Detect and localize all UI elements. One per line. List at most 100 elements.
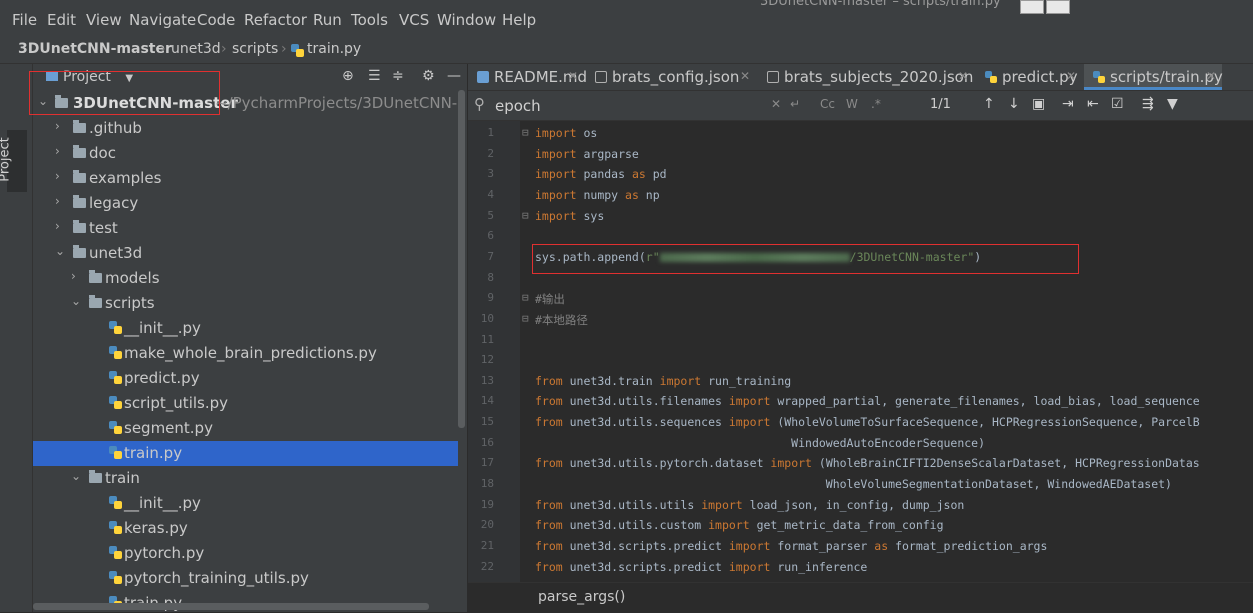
menu-refactor[interactable]: Refactor <box>244 11 307 29</box>
code-line: from unet3d.utils.custom import get_metr… <box>535 518 944 533</box>
tree-file-row[interactable]: predict.py <box>33 366 458 391</box>
gear-icon[interactable]: ⚙ <box>422 68 435 84</box>
tree-folder-row[interactable]: ⌄ train <box>33 466 458 491</box>
restore-window-button[interactable] <box>1020 0 1044 14</box>
select-all-occurrences-icon[interactable]: ▣ <box>1032 96 1045 112</box>
editor-tab[interactable]: brats_config.json ✕ <box>586 64 756 90</box>
clear-search-icon[interactable]: ✕ <box>771 97 781 111</box>
tree-folder-row[interactable]: ⌄ scripts <box>33 291 458 316</box>
chevron-right-icon[interactable]: › <box>55 119 60 133</box>
match-case-icon[interactable]: Cc <box>820 97 835 111</box>
tree-folder-row[interactable]: › .github <box>33 116 458 141</box>
open-in-window-icon[interactable]: ⇶ <box>1142 96 1154 112</box>
tree-file-row[interactable]: __init__.py <box>33 491 458 516</box>
tree-file-row[interactable]: train.py <box>33 441 458 466</box>
previous-occurrence-icon[interactable]: ↑ <box>983 96 995 112</box>
python-file-icon <box>109 421 122 434</box>
editor-tab[interactable]: brats_subjects_2020.json ✕ <box>758 64 974 90</box>
line-number: 7 <box>487 249 494 263</box>
editor-tab[interactable]: predict.py ✕ <box>976 64 1082 90</box>
menu-edit[interactable]: Edit <box>47 11 76 29</box>
menu-navigate[interactable]: Navigate <box>129 11 196 29</box>
menu-code[interactable]: Code <box>197 11 235 29</box>
chevron-down-icon[interactable]: ⌄ <box>71 469 81 483</box>
project-vertical-scrollbar[interactable] <box>458 90 465 428</box>
close-tab-icon[interactable]: ✕ <box>740 69 750 83</box>
close-tab-icon[interactable]: ✕ <box>568 69 578 83</box>
tree-folder-row[interactable]: ⌄ unet3d <box>33 241 458 266</box>
menu-tools[interactable]: Tools <box>351 11 388 29</box>
tree-folder-row[interactable]: › test <box>33 216 458 241</box>
menu-vcs[interactable]: VCS <box>399 11 429 29</box>
chevron-down-icon[interactable]: ⌄ <box>71 294 81 308</box>
chevron-right-icon[interactable]: › <box>55 194 60 208</box>
add-selection-icon[interactable]: ⇥ <box>1062 96 1074 112</box>
project-tree: ⌄ 3DUnetCNN-master ~/PycharmProjects/3DU… <box>33 91 458 612</box>
folder-icon <box>73 245 86 258</box>
filter-icon[interactable]: ▼ <box>1167 96 1178 112</box>
search-icon[interactable]: ⚲ <box>474 95 485 113</box>
breadcrumb-project[interactable]: 3DUnetCNN-master <box>18 41 172 57</box>
tree-file-row[interactable]: __init__.py <box>33 316 458 341</box>
code-line: import sys <box>535 208 605 223</box>
highlight-box <box>532 244 1079 274</box>
close-tab-icon[interactable]: ✕ <box>1206 69 1216 83</box>
menu-window[interactable]: Window <box>437 11 496 29</box>
tree-item-label: unet3d <box>89 244 143 262</box>
tree-file-row[interactable]: keras.py <box>33 516 458 541</box>
remove-selection-icon[interactable]: ⇤ <box>1087 96 1099 112</box>
hide-panel-icon[interactable]: — <box>447 68 461 84</box>
current-function[interactable]: parse_args() <box>538 589 625 605</box>
project-tool-tab[interactable]: Project <box>0 130 27 192</box>
menu-file[interactable]: File <box>12 11 37 29</box>
code-line: from unet3d.scripts.predict import run_i… <box>535 559 868 574</box>
tree-folder-row[interactable]: › doc <box>33 141 458 166</box>
tree-folder-row[interactable]: › models <box>33 266 458 291</box>
menu-run[interactable]: Run <box>313 11 342 29</box>
tree-file-row[interactable]: make_whole_brain_predictions.py <box>33 341 458 366</box>
tree-file-row[interactable]: pytorch.py <box>33 541 458 566</box>
editor-tab[interactable]: README.md ✕ <box>468 64 587 90</box>
select-all-icon[interactable]: ☑ <box>1111 96 1124 112</box>
line-number: 8 <box>487 270 494 284</box>
code-editor[interactable]: import os import argparse import pandas as… <box>535 121 1253 582</box>
chevron-right-icon[interactable]: › <box>55 219 60 233</box>
tree-file-row[interactable]: pytorch_training_utils.py <box>33 566 458 591</box>
code-line: import pandas as pd <box>535 167 667 182</box>
editor-tab[interactable]: scripts/train.py ✕ <box>1084 64 1223 90</box>
whole-words-icon[interactable]: W <box>846 97 858 111</box>
code-line: from unet3d.utils.filenames import wrapp… <box>535 394 1200 409</box>
fold-marker-icon[interactable]: ⊟ <box>522 312 529 325</box>
tree-file-row[interactable]: script_utils.py <box>33 391 458 416</box>
collapse-all-icon[interactable]: ≑ <box>392 68 404 84</box>
close-window-button[interactable] <box>1046 0 1070 14</box>
fold-marker-icon[interactable]: ⊟ <box>522 291 529 304</box>
tree-file-row[interactable]: segment.py <box>33 416 458 441</box>
find-input[interactable] <box>495 95 785 116</box>
fold-marker-icon[interactable]: ⊟ <box>522 126 529 139</box>
chevron-right-icon[interactable]: › <box>55 144 60 158</box>
expand-all-icon[interactable]: ☰ <box>368 68 381 84</box>
chevron-right-icon[interactable]: › <box>71 269 76 283</box>
breadcrumb-scripts[interactable]: scripts <box>232 41 278 57</box>
close-tab-icon[interactable]: ✕ <box>958 69 968 83</box>
tree-folder-row[interactable]: › examples <box>33 166 458 191</box>
chevron-down-icon[interactable]: ⌄ <box>55 244 65 258</box>
next-occurrence-icon[interactable]: ↓ <box>1008 96 1020 112</box>
close-tab-icon[interactable]: ✕ <box>1066 69 1076 83</box>
menu-view[interactable]: View <box>86 11 122 29</box>
regex-icon[interactable]: .* <box>871 97 881 111</box>
line-number: 4 <box>487 187 494 201</box>
code-line: import numpy as np <box>535 187 660 202</box>
project-horizontal-scrollbar[interactable] <box>33 603 429 610</box>
chevron-right-icon[interactable]: › <box>55 169 60 183</box>
tree-folder-row[interactable]: › legacy <box>33 191 458 216</box>
tree-item-label: scripts <box>105 294 155 312</box>
breadcrumb-file[interactable]: train.py <box>307 41 361 57</box>
breadcrumb-unet3d[interactable]: unet3d <box>171 41 221 57</box>
menu-help[interactable]: Help <box>502 11 536 29</box>
locate-icon[interactable]: ⊕ <box>342 68 354 84</box>
fold-marker-icon[interactable]: ⊟ <box>522 209 529 222</box>
new-line-icon[interactable]: ↵ <box>790 97 800 111</box>
tree-item-label: test <box>89 219 118 237</box>
